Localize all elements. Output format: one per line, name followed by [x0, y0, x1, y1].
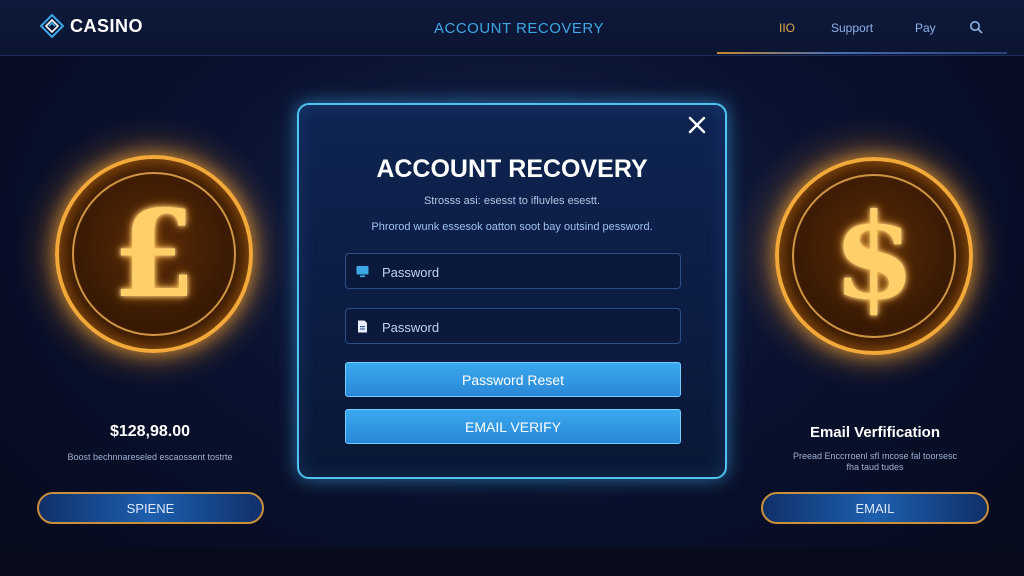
balance-caption: Boost bechnnareseled escaossent tostrte: [67, 452, 233, 462]
password-field-1[interactable]: [345, 253, 681, 290]
dollar-symbol: $: [832, 186, 916, 326]
caption-line-2: fha taud tudes: [846, 462, 904, 472]
top-nav-bar: CASINO ACCOUNT RECOVERY IIO Support Pay: [0, 0, 1024, 56]
brand-logo[interactable]: CASINO: [40, 14, 143, 38]
brand-name: CASINO: [70, 15, 144, 36]
nav-link-support[interactable]: Support: [831, 21, 873, 35]
pound-coin-icon: £: [55, 155, 253, 353]
password-input-1[interactable]: [380, 254, 674, 290]
password-field-2[interactable]: [345, 308, 681, 345]
modal-subtitle: Strosss asi: esesst to ifluvles esestt.: [423, 195, 601, 207]
close-icon[interactable]: [687, 115, 707, 135]
account-recovery-modal: ACCOUNT RECOVERY Strosss asi: esesst to …: [297, 103, 727, 479]
email-verify-button[interactable]: EMAIL VERIFY: [345, 409, 681, 444]
dollar-coin-icon: $: [775, 157, 973, 355]
email-verification-caption: Preead Enccrroenl sfI mcose fal toorsesc…: [765, 451, 985, 473]
password-input-2[interactable]: [380, 309, 674, 345]
email-button[interactable]: EMAIL: [761, 492, 989, 524]
pound-symbol: £: [112, 183, 196, 325]
nav-link-pay[interactable]: Pay: [915, 21, 936, 35]
search-icon[interactable]: [969, 20, 983, 34]
email-verification-title: Email Verfification: [809, 424, 941, 441]
bottom-strip: [0, 548, 1024, 576]
nav-link-iio[interactable]: IIO: [779, 21, 795, 35]
caption-line-1: Preead Enccrroenl sfI mcose fal toorsesc: [792, 451, 958, 461]
nav-underline: [717, 52, 1007, 54]
document-icon: [358, 320, 367, 333]
password-reset-button[interactable]: Password Reset: [345, 362, 681, 397]
diamond-logo-icon: [40, 14, 64, 38]
modal-title: ACCOUNT RECOVERY: [376, 155, 648, 183]
spiene-button[interactable]: SPIENE: [37, 492, 264, 524]
modal-description: Phrorod wunk essesok oatton soot bay out…: [371, 221, 653, 233]
nav-page-title: ACCOUNT RECOVERY: [434, 20, 604, 37]
balance-amount: $128,98.00: [109, 423, 191, 440]
monitor-icon: [356, 266, 369, 278]
